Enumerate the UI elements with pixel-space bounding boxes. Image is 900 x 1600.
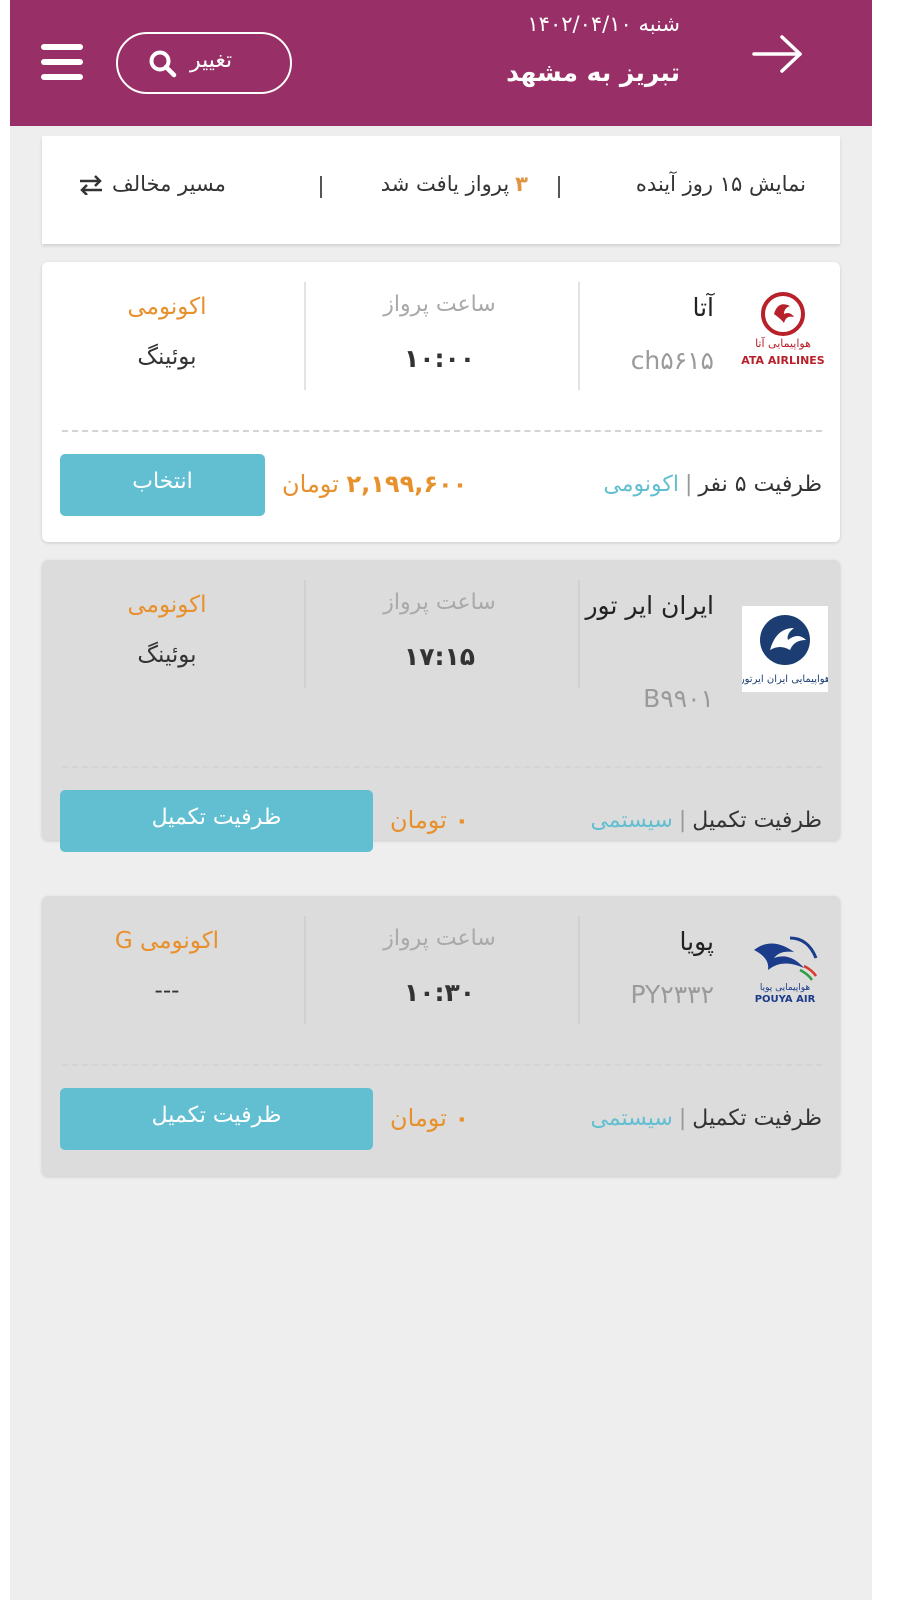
results-count: ۳پرواز یافت شد (381, 172, 528, 196)
capacity-class: اکونومی (603, 472, 679, 497)
capacity-text: ظرفیت تکمیل (692, 808, 822, 833)
aircraft-type: بوئینگ (137, 642, 197, 668)
capacity-class: سیستمی (590, 808, 673, 833)
top-header: شنبه ۱۴۰۲/۰۴/۱۰ تبریز به مشهد تغییر (10, 0, 872, 126)
flight-time: ۱۰:۳۰ (403, 978, 476, 1007)
flight-time-label: ساعت پرواز (383, 292, 496, 317)
flight-card: هواپیمایی ایران ایرتور ایران ایر تور B۹۹… (42, 560, 840, 852)
flight-card: هواپیمایی پویا POUYA AIR پویا PY۲۳۳۲ ساع… (42, 896, 840, 1176)
hamburger-menu-icon[interactable] (40, 42, 84, 82)
search-date: شنبه ۱۴۰۲/۰۴/۱۰ (527, 12, 680, 36)
airline-name: پویا (679, 927, 714, 956)
svg-text:POUYA AIR: POUYA AIR (755, 994, 816, 1005)
price: ۰ تومان (390, 806, 469, 834)
svg-text:ATA AIRLINES: ATA AIRLINES (741, 354, 825, 367)
results-summary: نمایش ۱۵ روز آینده ۳پرواز یافت شد مسیر م… (42, 136, 840, 244)
divider (578, 282, 580, 390)
swap-arrows-icon (80, 175, 102, 195)
flight-time: ۱۰:۰۰ (403, 344, 476, 373)
price-amount: ۰ (454, 1104, 470, 1132)
svg-text:هواپیمایی ایران ایرتور: هواپیمایی ایران ایرتور (742, 674, 828, 685)
airline-name: ایران ایر تور (585, 591, 714, 620)
divider (304, 580, 306, 688)
app-screen: شنبه ۱۴۰۲/۰۴/۱۰ تبریز به مشهد تغییر نمای… (10, 0, 872, 1600)
aircraft-type: بوئینگ (137, 344, 197, 370)
flight-time-label: ساعت پرواز (383, 926, 496, 951)
select-flight-button[interactable]: انتخاب (60, 454, 265, 516)
dashed-divider (62, 1064, 822, 1066)
capacity-info: ظرفیت ۵ نفر|اکونومی (603, 472, 822, 497)
capacity-text: ظرفیت ۵ نفر (698, 472, 822, 497)
full-capacity-button[interactable]: ظرفیت تکمیل (60, 1088, 373, 1150)
flight-number: PY۲۳۳۲ (630, 980, 714, 1009)
reverse-route-label: مسیر مخالف (112, 172, 226, 196)
divider (320, 176, 322, 198)
results-count-number: ۳ (515, 172, 528, 196)
next-days-link[interactable]: نمایش ۱۵ روز آینده (636, 172, 806, 196)
price-currency: تومان (390, 806, 447, 834)
capacity-text: ظرفیت تکمیل (692, 1106, 822, 1131)
results-count-text: پرواز یافت شد (380, 172, 510, 196)
divider (304, 916, 306, 1024)
price-currency: تومان (282, 470, 339, 498)
aircraft-type: --- (154, 978, 180, 1004)
flight-time: ۱۷:۱۵ (403, 642, 476, 671)
flight-number: B۹۹۰۱ (643, 684, 714, 713)
flight-time-label: ساعت پرواز (383, 590, 496, 615)
capacity-info: ظرفیت تکمیل|سیستمی (590, 1106, 822, 1131)
ata-airlines-logo: هواپیمایی آتا ATA AIRLINES (741, 292, 825, 367)
price: ۲,۱۹۹,۶۰۰ تومان (282, 470, 467, 498)
cabin-class: اکونومی (127, 294, 207, 320)
price-amount: ۰ (454, 806, 470, 834)
full-capacity-button[interactable]: ظرفیت تکمیل (60, 790, 373, 852)
svg-text:هواپیمایی آتا: هواپیمایی آتا (755, 336, 811, 350)
flight-card[interactable]: هواپیمایی آتا ATA AIRLINES آتا ch۵۶۱۵ سا… (42, 262, 840, 542)
route-title: تبریز به مشهد (506, 58, 680, 87)
change-search-button[interactable]: تغییر (116, 32, 292, 94)
capacity-class: سیستمی (590, 1106, 673, 1131)
divider (578, 580, 580, 688)
price-amount: ۲,۱۹۹,۶۰۰ (346, 470, 468, 498)
pouya-air-logo: هواپیمایی پویا POUYA AIR (754, 936, 818, 1005)
reverse-route-button[interactable]: مسیر مخالف (78, 172, 226, 196)
change-search-label: تغییر (190, 48, 233, 73)
svg-text:هواپیمایی پویا: هواپیمایی پویا (760, 983, 811, 993)
cabin-class: اکونومی G (114, 928, 220, 954)
divider (578, 916, 580, 1024)
cabin-class: اکونومی (127, 592, 207, 618)
dashed-divider (62, 430, 822, 432)
search-icon (149, 50, 177, 78)
price: ۰ تومان (390, 1104, 469, 1132)
flight-number: ch۵۶۱۵ (630, 346, 714, 375)
iran-air-tour-logo: هواپیمایی ایران ایرتور (742, 606, 828, 692)
divider (558, 176, 560, 198)
dashed-divider (62, 766, 822, 768)
airline-name: آتا (692, 293, 714, 322)
arrow-right-icon[interactable] (750, 32, 806, 76)
price-currency: تومان (390, 1104, 447, 1132)
capacity-info: ظرفیت تکمیل|سیستمی (590, 808, 822, 833)
divider (304, 282, 306, 390)
